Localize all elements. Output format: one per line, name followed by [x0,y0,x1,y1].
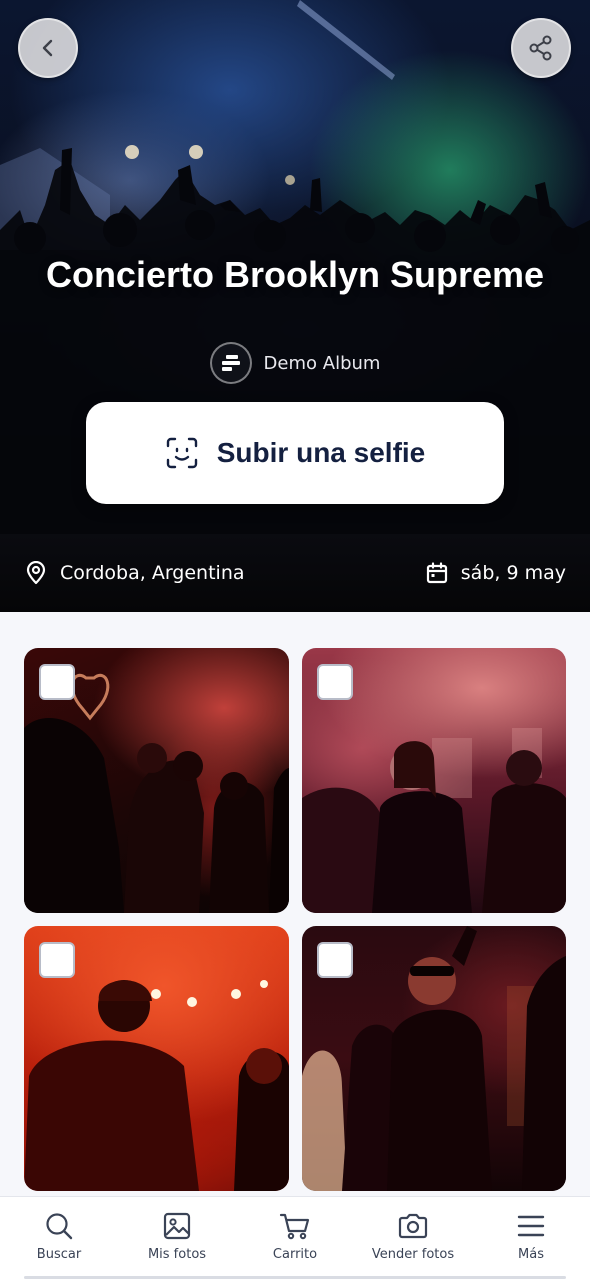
photo-card[interactable] [24,926,289,1191]
chevron-left-icon [42,39,53,57]
album-logo-icon [209,342,252,384]
nav-label: Vender fotos [371,1247,455,1262]
album-name: Demo Album [263,352,381,374]
select-checkbox[interactable] [317,664,353,700]
date-text: sáb, 9 may [460,562,566,584]
event-info-bar: Cordoba, Argentina sáb, 9 may [0,534,590,612]
select-checkbox[interactable] [317,942,353,978]
back-button[interactable] [18,18,78,78]
calendar-icon [426,562,447,584]
nav-label: Buscar [36,1247,82,1262]
location-text: Cordoba, Argentina [60,562,245,584]
select-checkbox[interactable] [39,942,75,978]
menu-icon [517,1215,545,1237]
map-pin-icon [26,561,46,585]
nav-item-buscar[interactable]: Buscar [4,1211,114,1262]
face-scan-icon [166,437,197,469]
photo-grid [24,648,566,1191]
bottom-navigation: Buscar Mis fotos Carrito Vender fotos Má… [0,1196,590,1280]
photo-card[interactable] [302,648,566,913]
event-location: Cordoba, Argentina [24,561,245,585]
photo-card[interactable] [24,648,289,913]
upload-selfie-label: Subir una selfie [216,437,426,468]
nav-label: Más [518,1247,544,1262]
event-date: sáb, 9 may [425,561,566,585]
nav-item-carrito[interactable]: Carrito [240,1211,350,1262]
event-hero: Concierto Brooklyn Supreme Demo Album Su… [0,0,590,612]
search-icon [46,1213,73,1240]
nav-label: Carrito [272,1247,318,1262]
nav-item-vender-fotos[interactable]: Vender fotos [358,1211,468,1262]
nav-item-mas[interactable]: Más [476,1211,586,1262]
album-link[interactable]: Demo Album [0,342,590,384]
upload-selfie-button[interactable]: Subir una selfie [86,402,504,504]
hero-background-image [0,0,590,612]
event-title: Concierto Brooklyn Supreme [45,254,545,295]
home-indicator [24,1276,566,1279]
photo-card[interactable] [302,926,566,1191]
image-icon [163,1212,191,1240]
nav-label: Mis fotos [147,1247,207,1262]
cart-icon [279,1213,310,1240]
nav-item-mis-fotos[interactable]: Mis fotos [122,1211,232,1262]
select-checkbox[interactable] [39,664,75,700]
share-button[interactable] [511,18,571,78]
share-icon [529,35,552,61]
camera-icon [398,1213,428,1239]
crowd-silhouette [0,0,590,612]
